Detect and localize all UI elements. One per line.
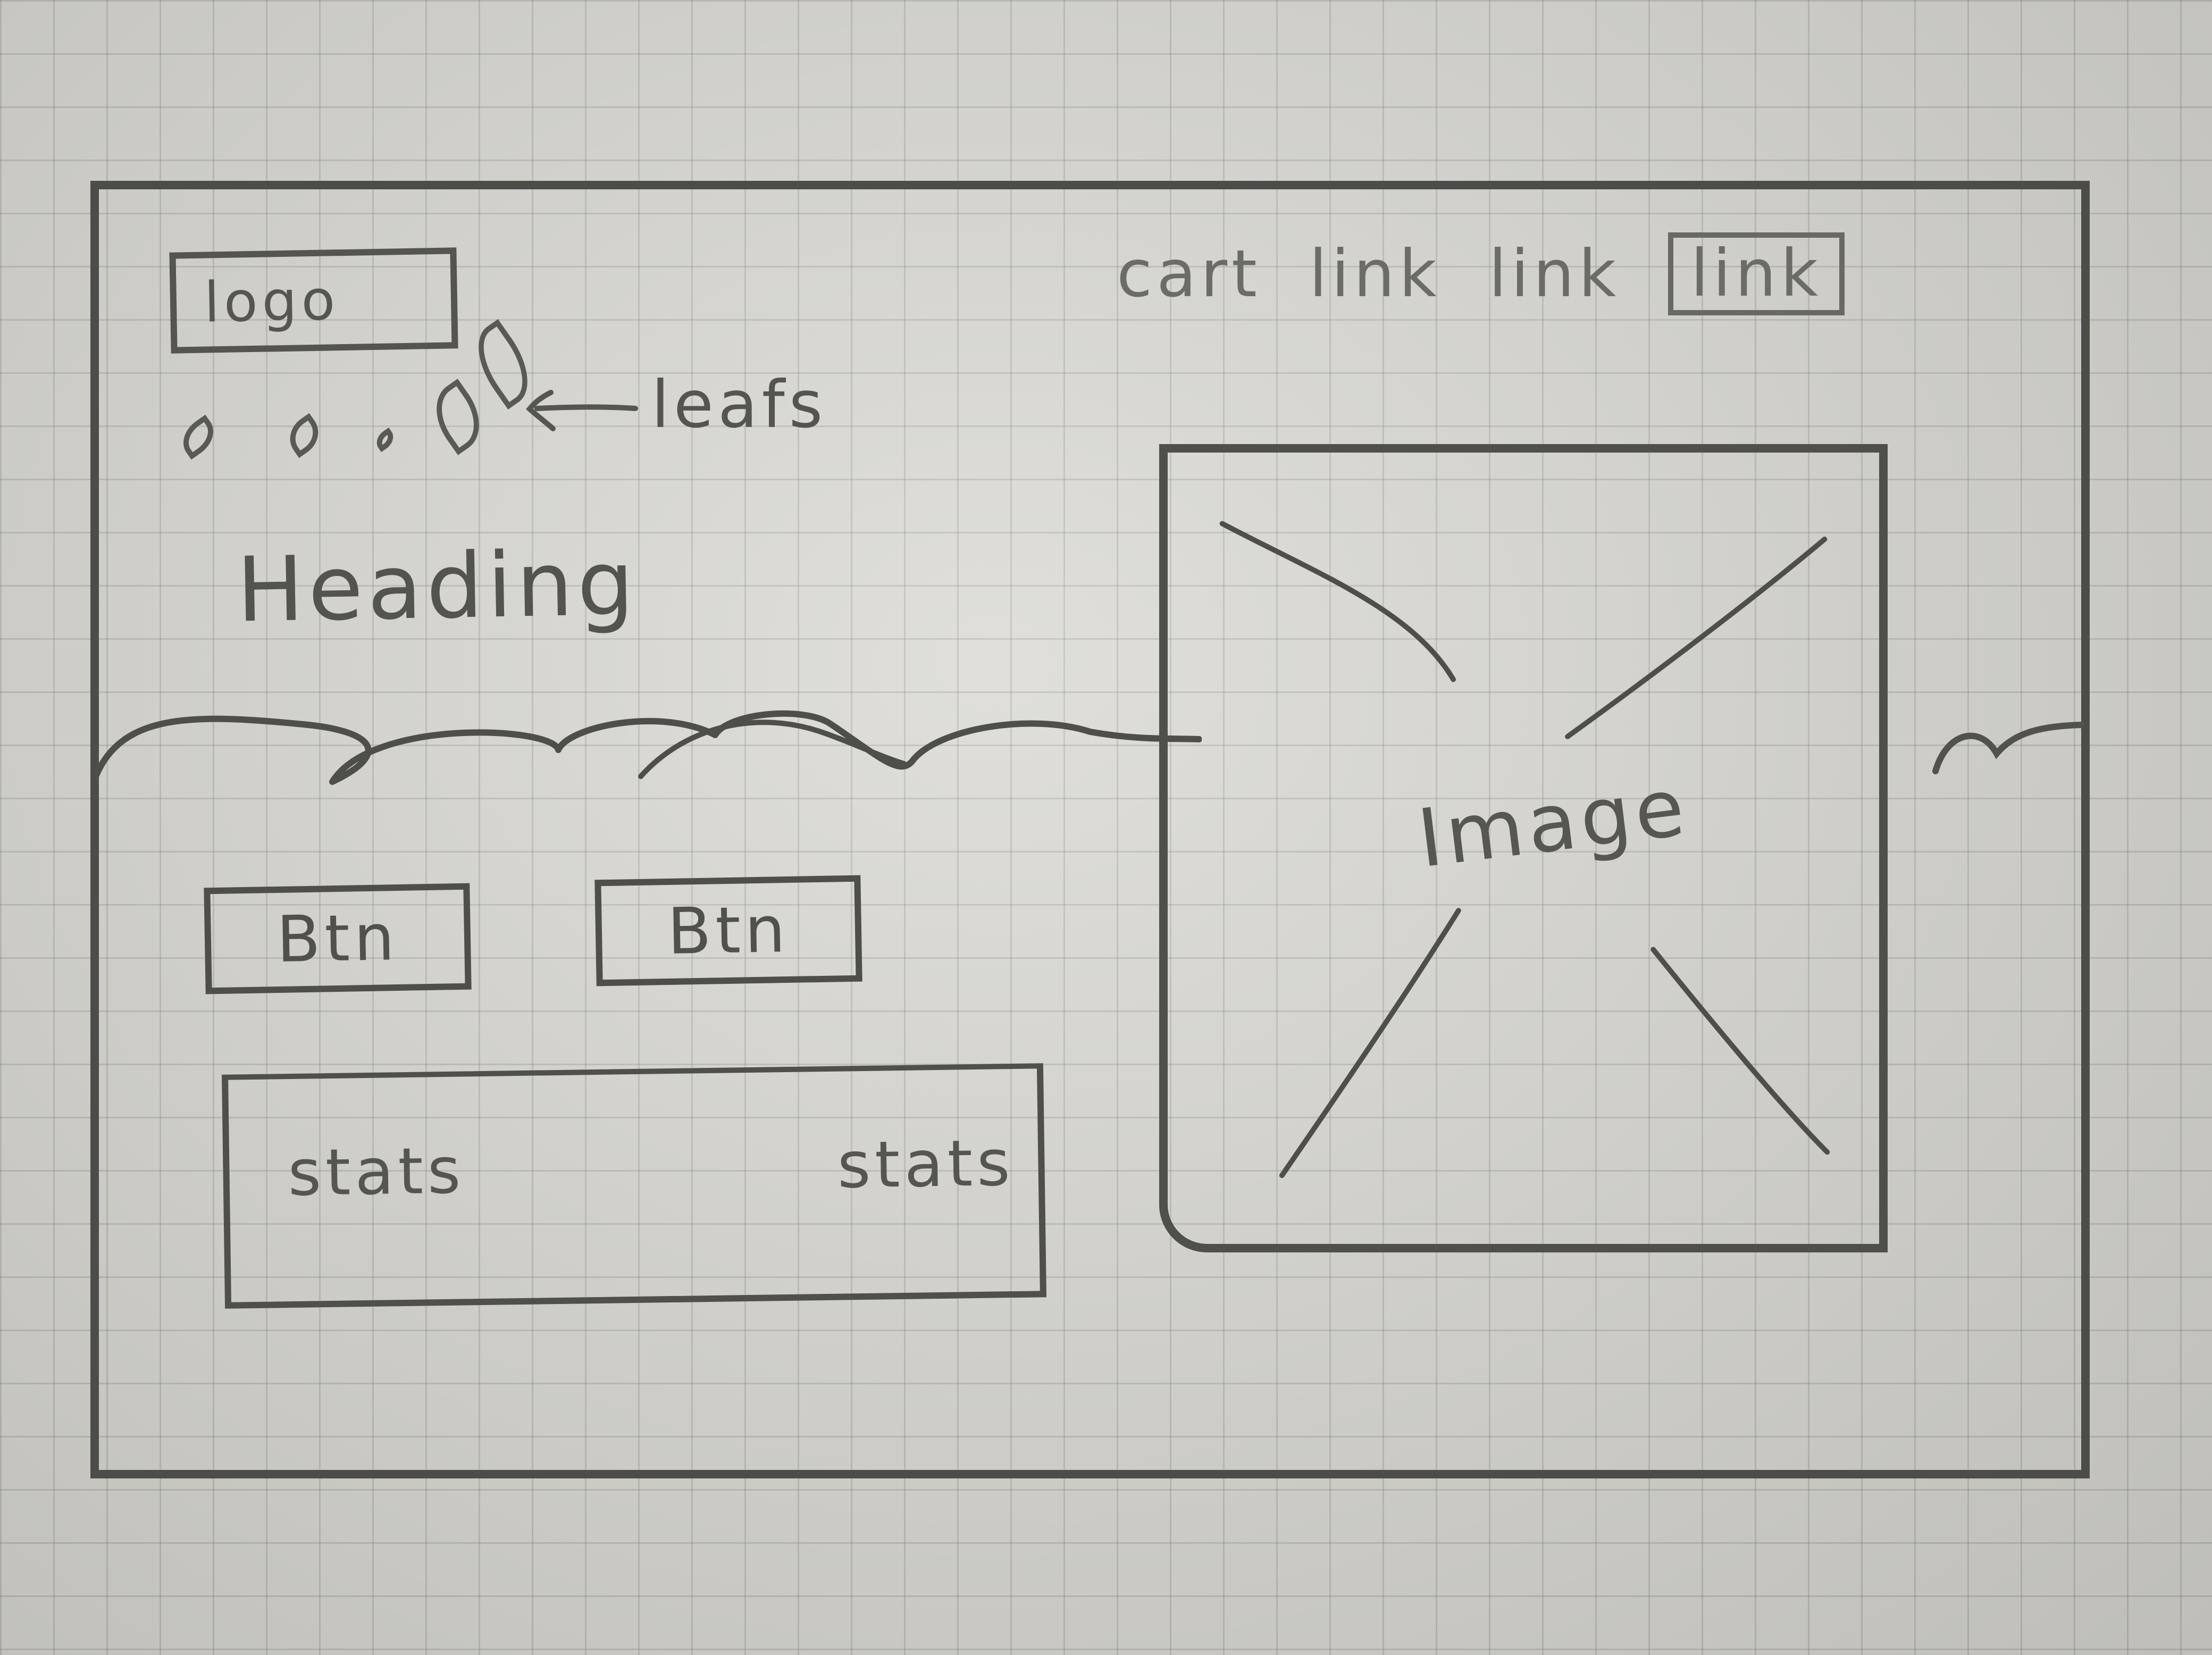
wavy-divider — [96, 710, 1202, 785]
right-wave-fragment — [1932, 722, 2085, 774]
hero-image-placeholder: Image — [1159, 444, 1888, 1252]
page-heading: Heading — [236, 531, 639, 642]
stats-left: stats — [287, 1134, 466, 1211]
stats-panel: stats stats — [222, 1063, 1046, 1309]
top-navigation: cart link link link — [1117, 229, 2010, 319]
primary-button[interactable]: Btn — [204, 883, 472, 994]
nav-link[interactable]: link — [1489, 236, 1621, 312]
leaves-label: leafs — [651, 367, 827, 442]
left-arrow-icon — [526, 390, 638, 431]
secondary-button[interactable]: Btn — [594, 875, 862, 987]
nav-link-boxed[interactable]: link — [1668, 232, 1845, 315]
stats-right: stats — [836, 1126, 1015, 1203]
logo[interactable]: logo — [169, 247, 458, 354]
nav-link[interactable]: link — [1309, 236, 1441, 312]
logo-text: logo — [203, 268, 340, 335]
nav-cart-link[interactable]: cart — [1117, 236, 1261, 312]
